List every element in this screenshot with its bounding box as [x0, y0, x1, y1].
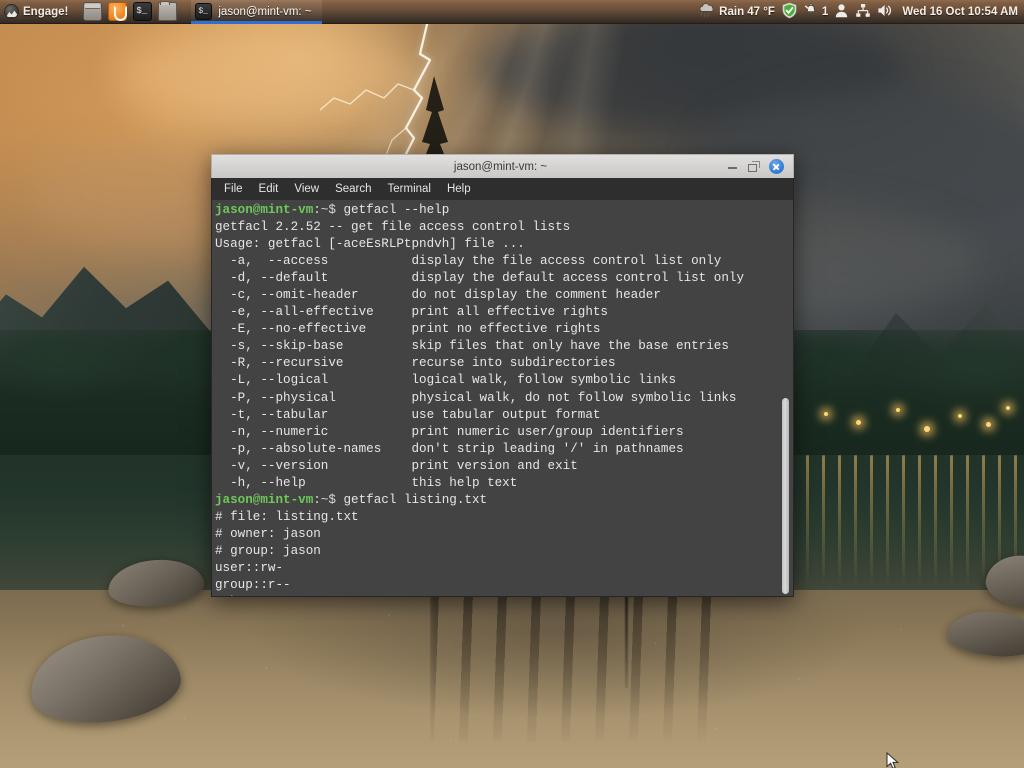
system-tray: Rain 47 °F 1 Wed 16 Oct 10:54 AM: [698, 0, 1024, 24]
engage-menu-button[interactable]: Engage!: [0, 0, 75, 24]
bell-icon: [804, 2, 819, 21]
terminal-icon: $_: [195, 3, 213, 20]
taskbar: Engage! $_ $_ jason@mint-vm: ~ Rain 47 °…: [0, 0, 1024, 24]
terminal-body[interactable]: jason@mint-vm:~$ getfacl --help getfacl …: [211, 200, 794, 597]
tray-weather[interactable]: Rain 47 °F: [698, 2, 775, 21]
mouse-cursor: [886, 751, 900, 768]
tray-shield[interactable]: [781, 2, 798, 22]
restore-button[interactable]: [748, 161, 760, 172]
taskbar-window-title: jason@mint-vm: ~: [218, 5, 312, 18]
menu-file[interactable]: File: [224, 183, 243, 195]
firefox-icon[interactable]: [108, 2, 128, 21]
tray-update-notifier[interactable]: 1: [804, 2, 829, 21]
tray-user[interactable]: [834, 3, 849, 21]
tray-volume[interactable]: [877, 3, 894, 21]
tray-network[interactable]: [855, 3, 871, 21]
wallpaper-tree-reflection: [430, 592, 730, 742]
update-count: 1: [821, 5, 829, 18]
user-icon: [834, 3, 849, 21]
network-icon: [855, 3, 871, 21]
terminal-icon[interactable]: $_: [133, 2, 153, 21]
engage-menu-label: Engage!: [23, 5, 69, 18]
show-desktop-icon[interactable]: [83, 2, 103, 21]
menu-help[interactable]: Help: [447, 183, 471, 195]
wallpaper-pole-reflection: [625, 592, 628, 688]
rain-cloud-icon: [698, 2, 716, 21]
speaker-icon: [877, 3, 894, 21]
terminal-output: jason@mint-vm:~$ getfacl --help getfacl …: [215, 202, 777, 596]
menubar: File Edit View Search Terminal Help: [211, 178, 794, 200]
taskbar-clock[interactable]: Wed 16 Oct 10:54 AM: [900, 6, 1018, 18]
scrollbar-thumb[interactable]: [782, 398, 789, 594]
desktop[interactable]: Engage! $_ $_ jason@mint-vm: ~ Rain 47 °…: [0, 0, 1024, 768]
terminal-window[interactable]: jason@mint-vm: ~ File Edit View Search T…: [211, 154, 794, 597]
weather-text: Rain 47 °F: [719, 5, 775, 18]
close-button[interactable]: [769, 159, 784, 174]
window-title: jason@mint-vm: ~: [453, 160, 548, 173]
taskbar-window-button-terminal[interactable]: $_ jason@mint-vm: ~: [191, 0, 322, 24]
terminal-scrollbar[interactable]: [778, 200, 792, 596]
titlebar[interactable]: jason@mint-vm: ~: [211, 154, 794, 178]
folder-icon[interactable]: [158, 1, 178, 21]
menu-search[interactable]: Search: [335, 183, 371, 195]
window-controls: [727, 159, 793, 174]
menu-terminal[interactable]: Terminal: [388, 183, 431, 195]
taskbar-left: Engage! $_ $_ jason@mint-vm: ~: [0, 0, 322, 24]
launcher-area: $_: [83, 1, 178, 21]
shield-check-icon: [781, 2, 798, 22]
menu-edit[interactable]: Edit: [259, 183, 279, 195]
mint-logo-icon: [4, 4, 19, 19]
minimize-button[interactable]: [727, 161, 738, 172]
menu-view[interactable]: View: [294, 183, 319, 195]
